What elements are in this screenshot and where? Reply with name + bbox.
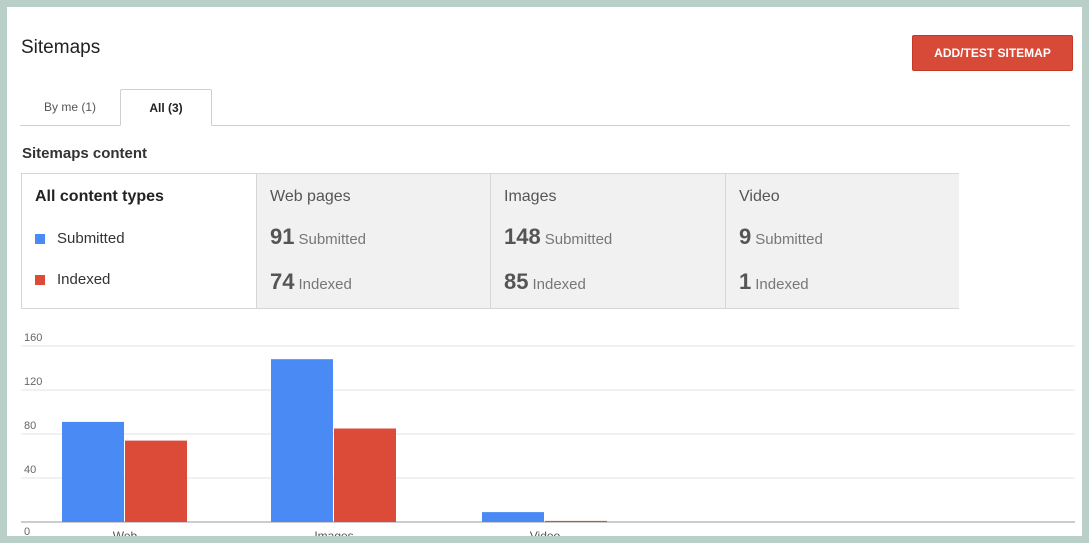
submitted-text: Submitted: [755, 231, 823, 248]
panel-images[interactable]: Images 148 Submitted 85 Indexed: [490, 174, 725, 308]
legend-indexed-label: Indexed: [57, 271, 111, 288]
indexed-count: 1: [739, 269, 752, 294]
submitted-count: 9: [739, 224, 752, 249]
panel-heading: Web pages: [270, 188, 351, 205]
tab-by-me[interactable]: By me (1): [20, 89, 120, 125]
submitted-text: Submitted: [544, 231, 613, 248]
legend-submitted-label: Submitted: [57, 230, 125, 247]
section-title: Sitemaps content: [22, 145, 148, 162]
content-panels: All content types Submitted Indexed Web …: [21, 173, 959, 309]
tab-bar: By me (1) All (3): [20, 89, 1070, 126]
bar-submitted-web: [62, 421, 124, 522]
bar-indexed-web: [125, 440, 187, 522]
y-tick-label: 0: [24, 526, 30, 536]
submitted-count: 148: [504, 224, 541, 249]
bar-submitted-images: [271, 359, 333, 522]
x-tick-label: Video: [530, 529, 561, 536]
panel-all-content-types[interactable]: All content types Submitted Indexed: [22, 174, 256, 308]
indexed-count: 74: [270, 269, 295, 294]
bar-indexed-video: [545, 520, 607, 522]
indexed-text: Indexed: [755, 276, 809, 293]
y-tick-label: 80: [24, 420, 36, 432]
indexed-count: 85: [504, 269, 529, 294]
legend-submitted: Submitted: [35, 230, 125, 247]
y-tick-label: 160: [24, 332, 42, 344]
sitemaps-card: Sitemaps ADD/TEST SITEMAP By me (1) All …: [7, 7, 1082, 536]
indexed-swatch: [35, 274, 45, 285]
stat-indexed: 74 Indexed: [270, 269, 352, 295]
panel-heading: All content types: [35, 188, 164, 205]
stat-indexed: 1 Indexed: [739, 269, 809, 295]
sitemaps-bar-chart: 0 40 80 120 160 Web Images Video: [21, 332, 1075, 536]
add-test-sitemap-button[interactable]: ADD/TEST SITEMAP: [912, 35, 1073, 71]
bar-indexed-images: [334, 428, 396, 522]
x-tick-label: Web: [113, 529, 138, 536]
submitted-swatch: [35, 233, 45, 244]
indexed-text: Indexed: [532, 276, 586, 293]
panel-heading: Images: [504, 188, 557, 205]
chart-bars: [62, 359, 607, 522]
stat-indexed: 85 Indexed: [504, 269, 586, 295]
submitted-text: Submitted: [298, 231, 367, 248]
bar-submitted-video: [482, 512, 544, 522]
indexed-text: Indexed: [298, 276, 352, 293]
x-tick-label: Images: [314, 529, 353, 536]
y-tick-label: 40: [24, 464, 36, 476]
submitted-count: 91: [270, 224, 295, 249]
legend-indexed: Indexed: [35, 271, 110, 288]
tab-all[interactable]: All (3): [120, 89, 212, 126]
y-tick-label: 120: [24, 376, 42, 388]
panel-web-pages[interactable]: Web pages 91 Submitted 74 Indexed: [256, 174, 490, 308]
stat-submitted: 91 Submitted: [270, 224, 366, 250]
page-title: Sitemaps: [21, 37, 101, 58]
stat-submitted: 148 Submitted: [504, 224, 612, 250]
stat-submitted: 9 Submitted: [739, 224, 823, 250]
panel-video[interactable]: Video 9 Submitted 1 Indexed: [725, 174, 959, 308]
panel-heading: Video: [739, 188, 780, 205]
